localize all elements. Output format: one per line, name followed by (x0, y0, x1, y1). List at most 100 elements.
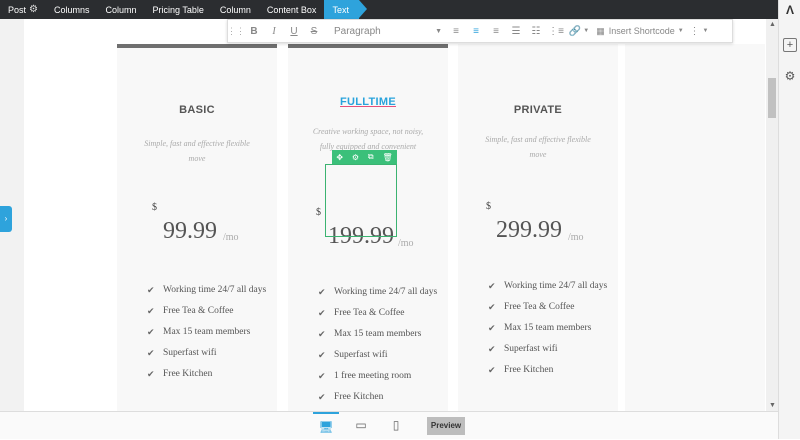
list-item: ✔ Superfast wifi (318, 345, 448, 366)
strikethrough-button[interactable]: S (304, 19, 324, 43)
feature-text: Superfast wifi (504, 344, 558, 354)
feature-text: Free Tea & Coffee (334, 308, 405, 318)
feature-list: ✔ Working time 24/7 all days ✔ Free Tea & … (147, 280, 277, 385)
settings-icon[interactable]: ⚙ (352, 153, 359, 162)
breadcrumb-label: Column (105, 4, 137, 15)
breadcrumb-content-box[interactable]: Content Box (259, 0, 325, 19)
vertical-scrollbar[interactable]: ▲ ▼ (766, 19, 778, 411)
plan-name: BASIC (179, 104, 215, 116)
list-item: ✔ 1 free meeting room (318, 366, 448, 387)
currency-symbol: $ (316, 207, 321, 218)
right-panel: Λ + ⚙ (778, 0, 800, 439)
breadcrumb-pricing-table[interactable]: Pricing Table (145, 0, 212, 19)
check-icon: ✔ (318, 350, 326, 360)
pricing-column-extra[interactable] (625, 44, 765, 411)
feature-text: Working time 24/7 all days (334, 287, 438, 297)
insert-shortcode-button[interactable]: ▦ Insert Shortcode ▼ (592, 19, 688, 43)
feature-list: ✔ Working time 24/7 all days ✔ Free Tea & … (318, 282, 448, 408)
check-icon: ✔ (488, 281, 496, 291)
feature-text: Free Tea & Coffee (163, 306, 234, 316)
breadcrumb-label: Text (332, 4, 349, 15)
check-icon: ✔ (318, 371, 326, 381)
check-icon: ✔ (318, 308, 326, 318)
feature-text: Free Kitchen (334, 392, 384, 402)
feature-text: 1 free meeting room (334, 371, 412, 381)
breadcrumb-label: Content Box (266, 4, 317, 15)
list-item: ✔ Working time 24/7 all days (318, 282, 448, 303)
plan-name: PRIVATE (513, 104, 563, 116)
list-item: ✔ Max 15 team members (318, 324, 448, 345)
editor-canvas: BASIC Simple, fast and effective flexibl… (0, 19, 766, 411)
breadcrumb: Post ⚙ Columns Column Pricing Table Colu… (0, 0, 778, 19)
feature-list: ✔ Working time 24/7 all days ✔ Free Tea & … (488, 276, 618, 381)
feature-text: Working time 24/7 all days (163, 285, 267, 295)
add-icon[interactable]: + (783, 38, 797, 52)
align-justify-icon[interactable]: ☰ (506, 19, 526, 43)
list-item: ✔ Superfast wifi (147, 343, 277, 364)
plan-description: Simple, fast and effective flexible move (144, 139, 250, 163)
format-select-value: Paragraph (334, 25, 381, 37)
plan-price: 99.99 (163, 218, 217, 244)
gear-icon[interactable]: ⚙ (29, 4, 38, 15)
list-item: ✔ Free Kitchen (488, 360, 618, 381)
scroll-down-icon[interactable]: ▼ (769, 402, 776, 409)
plan-price: 299.99 (496, 217, 562, 243)
duplicate-icon[interactable]: ⧉ (368, 152, 374, 162)
price-period: /mo (568, 232, 584, 243)
chevron-down-icon: ▼ (677, 28, 684, 34)
align-left-icon[interactable]: ≡ (446, 19, 466, 43)
feature-text: Free Tea & Coffee (504, 302, 575, 312)
align-right-icon[interactable]: ≡ (486, 19, 506, 43)
breadcrumb-text[interactable]: Text (324, 0, 367, 19)
feature-text: Max 15 team members (163, 327, 251, 337)
list-item: ✔ Max 15 team members (147, 322, 277, 343)
desktop-icon[interactable]: 🖥 (313, 412, 339, 440)
align-center-icon[interactable]: ≡ (466, 19, 486, 43)
plan-description: Simple, fast and effective flexible move (485, 135, 591, 159)
underline-button[interactable]: U (284, 19, 304, 43)
scroll-thumb[interactable] (768, 78, 776, 118)
link-icon[interactable]: 🔗 ▼ (566, 19, 592, 43)
element-actions-bar: ✥ ⚙ ⧉ 🗑 (332, 150, 397, 164)
feature-text: Working time 24/7 all days (504, 281, 608, 291)
breadcrumb-post[interactable]: Post ⚙ (0, 0, 46, 19)
check-icon: ✔ (147, 285, 155, 295)
breadcrumb-label: Columns (53, 4, 90, 15)
breadcrumb-column-2[interactable]: Column (212, 0, 259, 19)
preview-button[interactable]: Preview (427, 417, 465, 435)
plan-name: FULLTIME (340, 96, 396, 108)
numbered-list-icon[interactable]: ⋮≡ (546, 19, 566, 43)
check-icon: ✔ (147, 348, 155, 358)
scroll-up-icon[interactable]: ▲ (769, 21, 776, 28)
shortcode-icon: ▦ (596, 25, 605, 36)
text-edit-frame[interactable] (325, 164, 397, 237)
bold-button[interactable]: B (244, 19, 264, 43)
format-select[interactable]: Paragraph ▼ (324, 19, 446, 43)
check-icon: ✔ (147, 306, 155, 316)
feature-text: Max 15 team members (334, 329, 422, 339)
list-item: ✔ Working time 24/7 all days (147, 280, 277, 301)
breadcrumb-column[interactable]: Column (98, 0, 145, 19)
logo-icon[interactable]: Λ (783, 3, 797, 17)
feature-text: Superfast wifi (334, 350, 388, 360)
list-item: ✔ Free Kitchen (318, 387, 448, 408)
list-item: ✔ Free Tea & Coffee (318, 303, 448, 324)
list-item: ✔ Working time 24/7 all days (488, 276, 618, 297)
delete-icon[interactable]: 🗑 (382, 153, 392, 162)
bullet-list-icon[interactable]: ☷ (526, 19, 546, 43)
more-options-icon[interactable]: ⋮ ▼ (688, 19, 710, 43)
drag-handle-icon[interactable]: ⋮⋮ (227, 19, 245, 43)
list-item: ✔ Max 15 team members (488, 318, 618, 339)
list-item: ✔ Free Tea & Coffee (147, 301, 277, 322)
settings-icon[interactable]: ⚙ (783, 69, 797, 83)
pricing-column-basic[interactable]: BASIC Simple, fast and effective flexibl… (117, 44, 277, 411)
move-icon[interactable]: ✥ (336, 153, 343, 162)
breadcrumb-columns[interactable]: Columns (46, 0, 98, 19)
text-format-toolbar: ⋮⋮ B I U S Paragraph ▼ ≡ ≡ ≡ ☰ ☷ ⋮≡ 🔗 ▼ ▦… (227, 19, 733, 43)
tablet-icon[interactable]: ▭ (348, 412, 374, 440)
italic-button[interactable]: I (264, 19, 284, 43)
check-icon: ✔ (488, 323, 496, 333)
expand-panel-button[interactable]: › (0, 206, 12, 232)
mobile-icon[interactable]: ▯ (383, 412, 409, 440)
pricing-column-private[interactable]: PRIVATE Simple, fast and effective flexi… (458, 44, 618, 411)
